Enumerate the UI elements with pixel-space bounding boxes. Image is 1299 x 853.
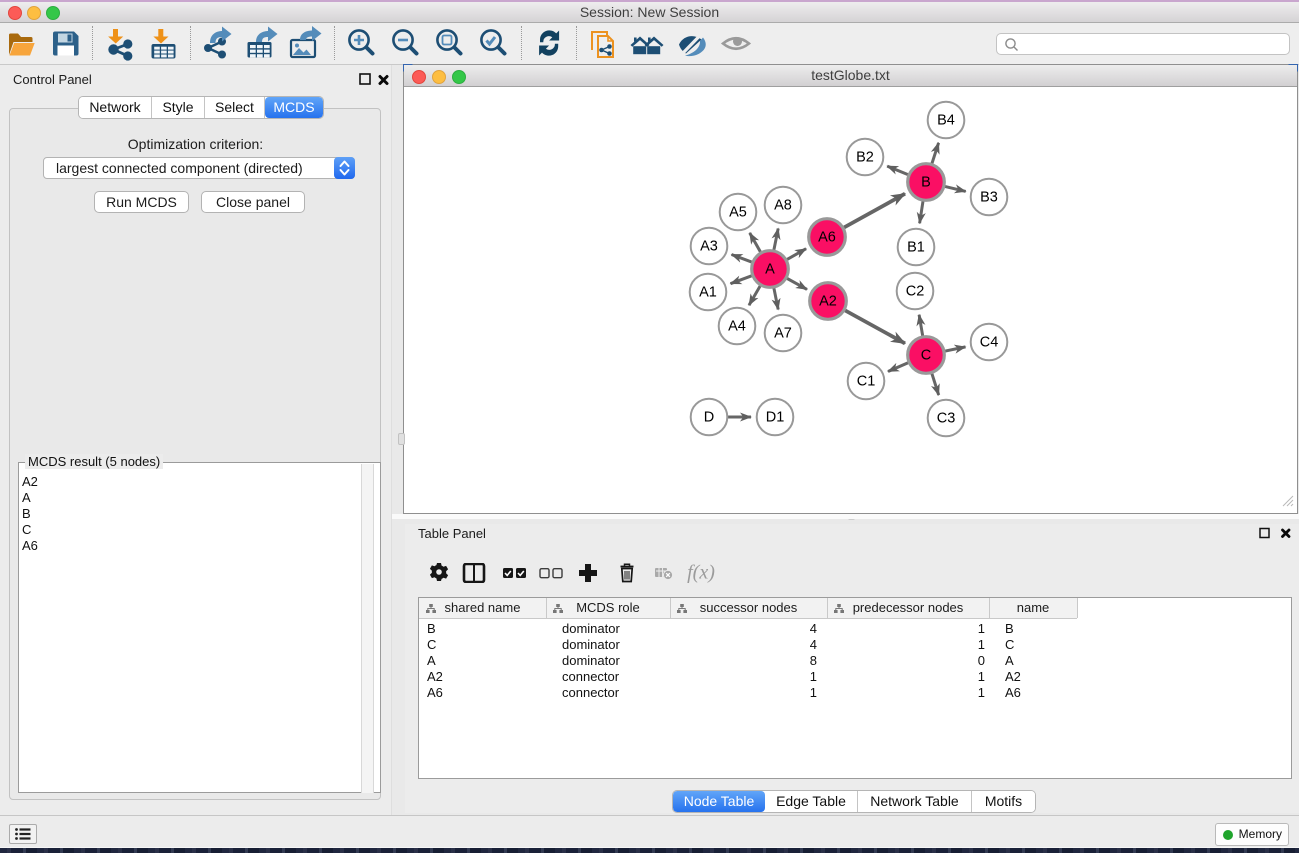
svg-text:C1: C1 (857, 374, 876, 390)
svg-text:A8: A8 (774, 198, 792, 214)
svg-text:B3: B3 (980, 190, 998, 206)
svg-text:B2: B2 (856, 150, 874, 166)
svg-text:A7: A7 (774, 326, 792, 342)
svg-text:C: C (921, 348, 931, 364)
svg-text:C2: C2 (906, 284, 925, 300)
svg-text:D1: D1 (766, 410, 785, 426)
svg-text:f(x): f(x) (687, 563, 715, 583)
svg-text:C3: C3 (937, 411, 956, 427)
svg-text:A2: A2 (819, 294, 837, 310)
svg-text:A: A (765, 262, 775, 278)
svg-text:C4: C4 (980, 335, 999, 351)
svg-text:A5: A5 (729, 205, 747, 221)
svg-text:D: D (704, 410, 714, 426)
svg-text:B1: B1 (907, 240, 925, 256)
svg-text:A4: A4 (728, 319, 746, 335)
svg-text:A1: A1 (699, 285, 717, 301)
svg-text:B4: B4 (937, 113, 955, 129)
svg-text:B: B (921, 175, 931, 191)
svg-text:A6: A6 (818, 230, 836, 246)
svg-text:A3: A3 (700, 239, 718, 255)
